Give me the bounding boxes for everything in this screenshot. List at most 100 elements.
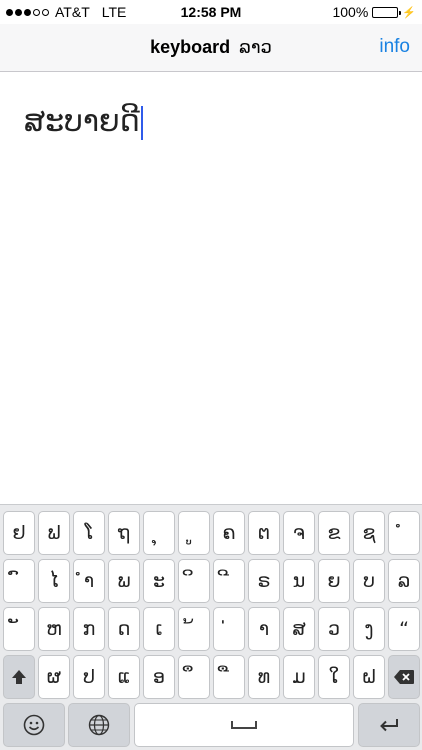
key-label: ອ [152, 666, 166, 688]
key[interactable]: ບ [353, 559, 385, 603]
title-lao-text: ລາວ [239, 37, 272, 58]
key-label: າ [258, 618, 270, 640]
key[interactable]: ກ [73, 607, 105, 651]
emoji-key[interactable] [3, 703, 65, 747]
key-label: ຄ [222, 522, 236, 544]
key-label: ແ [117, 666, 131, 688]
key-label: ຜ [46, 666, 62, 688]
key[interactable]: ໂ [73, 511, 105, 555]
title-text: keyboard [150, 37, 231, 57]
info-button[interactable]: info [379, 36, 410, 58]
key[interactable]: ິ [178, 559, 210, 603]
key[interactable]: ູ [178, 511, 210, 555]
key[interactable]: ອ [143, 655, 175, 699]
key-label: ລ [397, 570, 411, 592]
key[interactable]: ແ [108, 655, 140, 699]
lao-keyboard: ຢຟ ໂ ຖຸູ ຄຕຈຂຊໍົ ໄ ຳພະິີ ຣນຍບລັ ຫກດ ເ້່ າສວ ງ “ ຜປແອ… [0, 504, 422, 750]
key[interactable]: ຊ [353, 511, 385, 555]
shift-icon [12, 670, 26, 684]
key-label: ຕ [257, 522, 271, 544]
key-label: ນ [292, 570, 306, 592]
key[interactable]: ່ [213, 607, 245, 651]
delete-icon [394, 670, 414, 684]
key-label: ສ [292, 618, 306, 640]
key[interactable]: ໃ [318, 655, 350, 699]
key-label: ຣ [257, 570, 271, 592]
key-label: ບ [363, 570, 375, 592]
key-label: ຊ [362, 522, 376, 544]
key[interactable]: ຈ [283, 511, 315, 555]
space-icon [231, 721, 257, 729]
key[interactable]: ື [213, 655, 245, 699]
key[interactable]: ້ [178, 607, 210, 651]
globe-key[interactable] [68, 703, 130, 747]
key[interactable]: ເ [143, 607, 175, 651]
key[interactable]: ມ [283, 655, 315, 699]
battery-icon [372, 6, 402, 18]
delete-key[interactable] [388, 655, 420, 699]
key[interactable]: ຂ [318, 511, 350, 555]
key[interactable]: ລ [388, 559, 420, 603]
editor-content[interactable]: ສະບາຍດີ [24, 104, 143, 140]
status-right: 100% ⚡ [332, 4, 416, 20]
key-label: ຝ [361, 666, 377, 688]
key-label: ຢ [12, 522, 26, 544]
key[interactable]: ຫ [38, 607, 70, 651]
text-editor[interactable]: ສະບາຍດີ [0, 72, 422, 502]
key[interactable]: ພ [108, 559, 140, 603]
key[interactable]: ຳ [73, 559, 105, 603]
key[interactable]: ຶ [178, 655, 210, 699]
key-label: ໂ [84, 522, 94, 544]
key-label: ຟ [47, 522, 61, 544]
key-label: ປ [83, 666, 95, 688]
key[interactable]: ໍ [388, 511, 420, 555]
key[interactable]: າ [248, 607, 280, 651]
key[interactable]: ີ [213, 559, 245, 603]
key[interactable]: ຖ [108, 511, 140, 555]
key[interactable]: ສ [283, 607, 315, 651]
key-label: “ [399, 618, 409, 640]
key-label: ໃ [328, 666, 340, 688]
key[interactable]: ຄ [213, 511, 245, 555]
key[interactable]: ຍ [318, 559, 350, 603]
key-label: ຈ [293, 522, 305, 544]
key-label: ທ [257, 666, 271, 688]
key[interactable]: “ [388, 607, 420, 651]
key[interactable]: ປ [73, 655, 105, 699]
key[interactable]: ທ [248, 655, 280, 699]
key[interactable]: ັ [3, 607, 35, 651]
key-label: ຖ [117, 522, 131, 544]
key-label: ງ [364, 618, 374, 640]
key-label: ມ [292, 666, 306, 688]
globe-icon [88, 714, 110, 736]
key[interactable]: ຝ [353, 655, 385, 699]
key[interactable]: ຕ [248, 511, 280, 555]
key[interactable]: ຣ [248, 559, 280, 603]
key[interactable]: ງ [353, 607, 385, 651]
key[interactable]: ະ [143, 559, 175, 603]
text-caret [140, 105, 143, 140]
key[interactable]: ຢ [3, 511, 35, 555]
key-label: ໄ [49, 570, 59, 592]
key[interactable]: ຸ [143, 511, 175, 555]
navigation-bar: keyboard ລາວ info [0, 24, 422, 72]
battery-percent: 100% [332, 4, 369, 20]
key-label: ກ [82, 618, 96, 640]
status-bar: AT&T LTE 12:58 PM 100% ⚡ [0, 0, 422, 24]
key[interactable]: ົ [3, 559, 35, 603]
key[interactable]: ຜ [38, 655, 70, 699]
key[interactable]: ຟ [38, 511, 70, 555]
return-key[interactable] [358, 703, 420, 747]
key-label: ວ [327, 618, 340, 640]
return-icon [380, 719, 398, 732]
key[interactable]: ດ [108, 607, 140, 651]
editor-text: ສະບາຍດີ [24, 104, 140, 139]
key[interactable]: ນ [283, 559, 315, 603]
key-label: ຳ [83, 570, 95, 592]
space-key[interactable] [134, 703, 354, 747]
shift-key[interactable] [3, 655, 35, 699]
key[interactable]: ໄ [38, 559, 70, 603]
key[interactable]: ວ [318, 607, 350, 651]
key-label: ຍ [327, 570, 341, 592]
charging-icon: ⚡ [402, 6, 416, 19]
